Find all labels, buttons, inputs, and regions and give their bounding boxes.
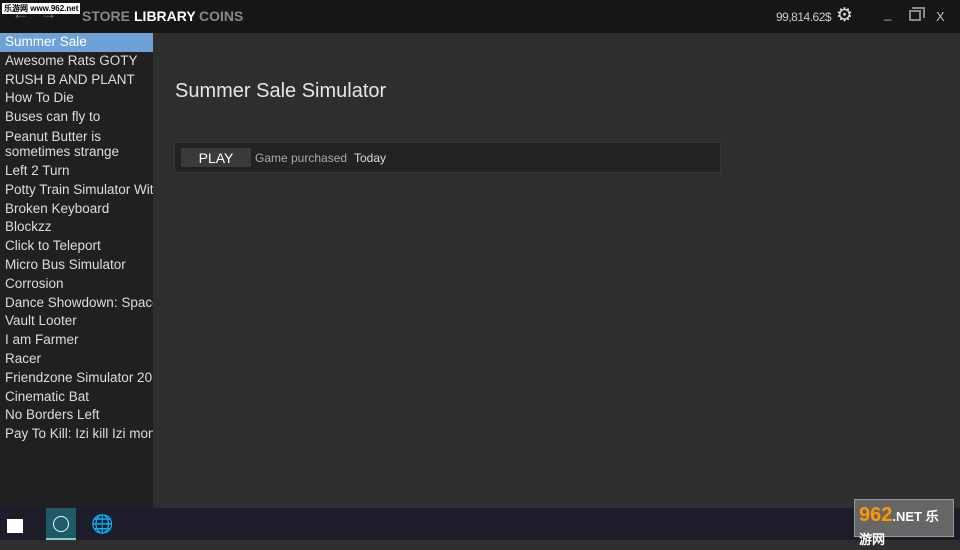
play-button[interactable]: PLAY	[181, 148, 251, 167]
sidebar-item[interactable]: Racer	[0, 350, 153, 369]
sidebar-item[interactable]: Pay To Kill: Izi kill Izi money	[0, 425, 153, 444]
sidebar-item[interactable]: I am Farmer	[0, 331, 153, 350]
sidebar-item[interactable]: Dance Showdown: Space Edition	[0, 294, 153, 313]
purchased-label: Game purchased	[255, 151, 348, 165]
gear-icon[interactable]: ⚙	[836, 6, 853, 26]
tab-library[interactable]: LIBRARY	[134, 8, 196, 24]
restore-icon[interactable]	[909, 7, 925, 21]
sidebar-item[interactable]: RUSH B AND PLANT	[0, 71, 153, 90]
sidebar-item[interactable]: Click to Teleport	[0, 237, 153, 256]
minimize-button[interactable]: _	[884, 6, 891, 21]
sidebar-item[interactable]: No Borders Left	[0, 406, 153, 425]
game-title: Summer Sale Simulator	[175, 80, 387, 102]
sidebar-item[interactable]: Broken Keyboard	[0, 200, 153, 219]
sidebar-item[interactable]: How To Die	[0, 89, 153, 108]
back-arrow-icon[interactable]: ←	[12, 4, 29, 24]
sidebar-item[interactable]: Friendzone Simulator 2015	[0, 369, 153, 388]
taskbar: 🌐	[0, 508, 960, 540]
sidebar-item[interactable]: Blockzz	[0, 218, 153, 237]
game-detail: Summer Sale Simulator PLAY Game purchase…	[153, 33, 960, 508]
tab-coins[interactable]: COINS	[199, 8, 243, 24]
start-icon[interactable]	[7, 519, 23, 533]
balance: 99,814.62$	[776, 10, 832, 24]
sidebar-item[interactable]: Cinematic Bat	[0, 388, 153, 407]
sidebar-item[interactable]: Awesome Rats GOTY	[0, 52, 153, 71]
sidebar-item[interactable]: Micro Bus Simulator	[0, 256, 153, 275]
close-button[interactable]: X	[936, 9, 945, 24]
top-bar: 乐游网 www.962.net ← → STORE LIBRARY COINS …	[0, 0, 960, 33]
purchased-date: Today	[354, 151, 387, 165]
game-list: Summer Sale Awesome Rats GOTY RUSH B AND P…	[0, 33, 153, 508]
tab-store[interactable]: STORE	[82, 8, 130, 24]
sidebar-item[interactable]: Summer Sale	[0, 33, 153, 52]
sidebar-item[interactable]: Peanut Butter is sometimes strange	[0, 127, 153, 162]
sidebar-item[interactable]: Corrosion	[0, 275, 153, 294]
forward-arrow-icon[interactable]: →	[40, 4, 57, 24]
sidebar-item[interactable]: Vault Looter	[0, 312, 153, 331]
play-bar: PLAY Game purchased Today	[174, 142, 721, 173]
site-logo: 962.NET 乐游网	[854, 499, 954, 547]
sidebar-item[interactable]: Potty Train Simulator With	[0, 181, 153, 200]
globe-icon[interactable]: 🌐	[91, 514, 113, 535]
cortana-icon[interactable]	[46, 508, 76, 540]
sidebar-item[interactable]: Buses can fly to	[0, 108, 153, 127]
sidebar-item[interactable]: Left 2 Turn	[0, 162, 153, 181]
logo-text: 962	[859, 504, 893, 526]
